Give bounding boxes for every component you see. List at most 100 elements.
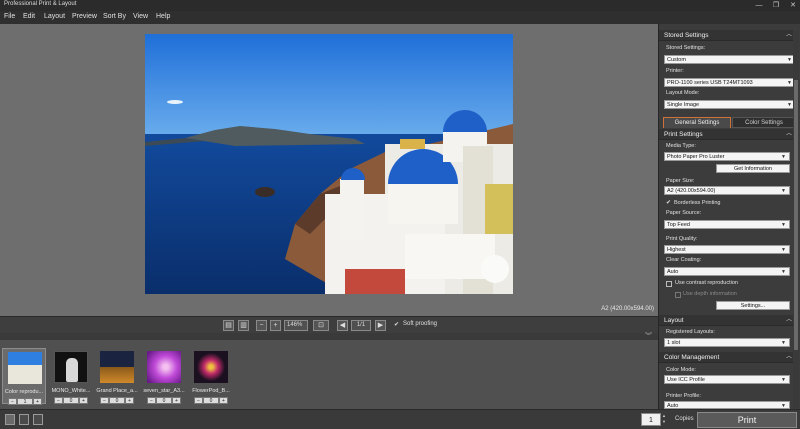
thumbnail-label: Grand Place_a...: [96, 388, 138, 394]
settings-button[interactable]: Settings...: [716, 301, 790, 310]
prev-page-icon[interactable]: ◀: [337, 320, 348, 331]
decrement-button[interactable]: −: [194, 397, 203, 404]
copies-spinner-icon[interactable]: ▲ ▼: [662, 413, 666, 425]
clear-coating-dropdown[interactable]: Auto ▼: [664, 267, 790, 276]
scrollbar-thumb[interactable]: [794, 80, 798, 350]
zoom-out-icon[interactable]: −: [256, 320, 267, 331]
paper-source-dropdown[interactable]: Top Feed ▼: [664, 220, 790, 229]
dropdown-value: Photo Paper Pro Luster: [667, 154, 725, 160]
thumbnail-label: FlowerPod_B...: [192, 388, 230, 394]
printer-profile-dropdown[interactable]: Auto ▼: [664, 401, 790, 409]
borderless-check-icon[interactable]: ✔: [666, 200, 672, 206]
dropdown-value: Auto: [667, 269, 679, 275]
tab-color-settings[interactable]: Color Settings: [732, 117, 796, 128]
stored-settings-label: Stored Settings:: [666, 45, 706, 51]
tab-general-settings[interactable]: General Settings: [663, 117, 731, 128]
collapse-icon[interactable]: ︿: [786, 129, 792, 140]
chevron-down-icon: ▼: [781, 247, 786, 253]
count-value[interactable]: 0: [63, 397, 79, 404]
minimize-icon[interactable]: —: [752, 0, 766, 11]
get-information-button[interactable]: Get Information: [716, 164, 790, 173]
increment-button[interactable]: +: [172, 397, 181, 404]
menu-sort-by[interactable]: Sort By: [103, 13, 126, 20]
panel-scrollbar[interactable]: [793, 30, 799, 408]
chevron-down-icon: ▼: [781, 222, 786, 228]
decrement-button[interactable]: −: [54, 397, 63, 404]
thumbnail-label: MONO_White...: [51, 388, 91, 394]
menu-help[interactable]: Help: [156, 13, 170, 20]
thumbnail-2[interactable]: MONO_White... −0 +: [49, 348, 93, 404]
thumbnail-1[interactable]: Color reprodu... −1 +: [2, 348, 46, 405]
increment-button[interactable]: +: [33, 398, 42, 405]
registered-layouts-dropdown[interactable]: 1 slot ▼: [664, 338, 790, 347]
printer-label: Printer:: [666, 68, 684, 74]
color-mode-dropdown[interactable]: Use ICC Profile ▼: [664, 375, 790, 384]
preview-photo[interactable]: [145, 34, 513, 294]
paper-size-label: A2 (420.00x594.00): [601, 306, 654, 312]
count-value[interactable]: 0: [203, 397, 219, 404]
section-title: Layout: [664, 317, 684, 324]
layout-section-header[interactable]: Layout ︿: [659, 315, 795, 326]
layout-panel-icon[interactable]: [33, 414, 43, 425]
printer-dropdown[interactable]: PRO-1100 series USB T24MT1093 ▼: [664, 78, 796, 87]
menu-view[interactable]: View: [133, 13, 148, 20]
print-settings-header[interactable]: Print Settings ︿: [659, 129, 795, 140]
thumbnail-label: Color reprodu...: [4, 389, 44, 395]
thumbnail-image: [8, 352, 42, 384]
decrement-button[interactable]: −: [100, 397, 109, 404]
layout-mode-dropdown[interactable]: Single Image ▼: [664, 100, 796, 109]
print-quality-dropdown[interactable]: Highest ▼: [664, 245, 790, 254]
thumbnail-4[interactable]: seven_star_A3... −0 +: [142, 348, 186, 404]
decrement-button[interactable]: −: [8, 398, 17, 405]
printer-profile-label: Printer Profile:: [666, 393, 701, 399]
collapse-icon[interactable]: ︿: [786, 315, 792, 326]
contrast-checkbox[interactable]: [666, 281, 672, 287]
collapse-icon[interactable]: ︿: [786, 30, 792, 41]
chevron-down-icon: ▼: [781, 154, 786, 160]
thumbnail-image: [147, 351, 181, 383]
soft-proofing-check-icon[interactable]: ✔: [394, 321, 399, 328]
color-management-header[interactable]: Color Management ︿: [659, 352, 795, 363]
preview-toolbar: ▤ ▥ − + 146% ⊡ ◀ 1/1 ▶ ✔ Soft proofing: [0, 316, 658, 333]
count-value[interactable]: 0: [109, 397, 125, 404]
increment-button[interactable]: +: [125, 397, 134, 404]
zoom-select[interactable]: 146%: [284, 320, 308, 331]
stored-settings-header[interactable]: Stored Settings ︿: [659, 30, 795, 41]
print-button[interactable]: Print: [697, 412, 797, 428]
next-page-icon[interactable]: ▶: [375, 320, 386, 331]
count-value[interactable]: 1: [17, 398, 33, 405]
paper-size-dropdown[interactable]: A2 (420.00x594.00) ▼: [664, 186, 790, 195]
title-bar: Professional Print & Layout — ❐ ✕: [0, 0, 800, 11]
depth-checkbox[interactable]: [675, 292, 681, 298]
copies-input[interactable]: 1: [641, 413, 661, 426]
print-quality-label: Print Quality:: [666, 236, 698, 242]
maximize-icon[interactable]: ❐: [769, 0, 783, 11]
menu-edit[interactable]: Edit: [23, 13, 35, 20]
remove-page-icon[interactable]: ▥: [238, 320, 249, 331]
thumbnail-5[interactable]: FlowerPod_B... −0 +: [189, 348, 233, 404]
menu-layout[interactable]: Layout: [44, 13, 65, 20]
decrement-button[interactable]: −: [147, 397, 156, 404]
increment-button[interactable]: +: [219, 397, 228, 404]
stored-settings-dropdown[interactable]: Custom ▼: [664, 55, 796, 64]
thumbnail-3[interactable]: Grand Place_a... −0 +: [95, 348, 139, 404]
fit-view-icon[interactable]: ⊡: [313, 320, 329, 331]
chevron-down-icon: ▼: [781, 188, 786, 194]
menu-preview[interactable]: Preview: [72, 13, 97, 20]
add-page-icon[interactable]: ▤: [223, 320, 234, 331]
media-type-dropdown[interactable]: Photo Paper Pro Luster ▼: [664, 152, 790, 161]
collapse-icon[interactable]: ︿: [786, 352, 792, 363]
color-mode-label: Color Mode:: [666, 367, 696, 373]
layout-single-icon[interactable]: [5, 414, 15, 425]
clear-coating-label: Clear Coating:: [666, 257, 702, 263]
thumbnail-image: [100, 351, 134, 383]
section-title: Color Management: [664, 354, 720, 361]
status-bar: 1 ▲ ▼ Copies Print: [0, 409, 800, 429]
close-icon[interactable]: ✕: [786, 0, 800, 11]
menu-file[interactable]: File: [4, 13, 15, 20]
count-value[interactable]: 0: [156, 397, 172, 404]
increment-button[interactable]: +: [79, 397, 88, 404]
layout-double-icon[interactable]: [19, 414, 29, 425]
filmstrip-collapse-bar[interactable]: ︾: [0, 333, 658, 340]
zoom-in-icon[interactable]: +: [270, 320, 281, 331]
